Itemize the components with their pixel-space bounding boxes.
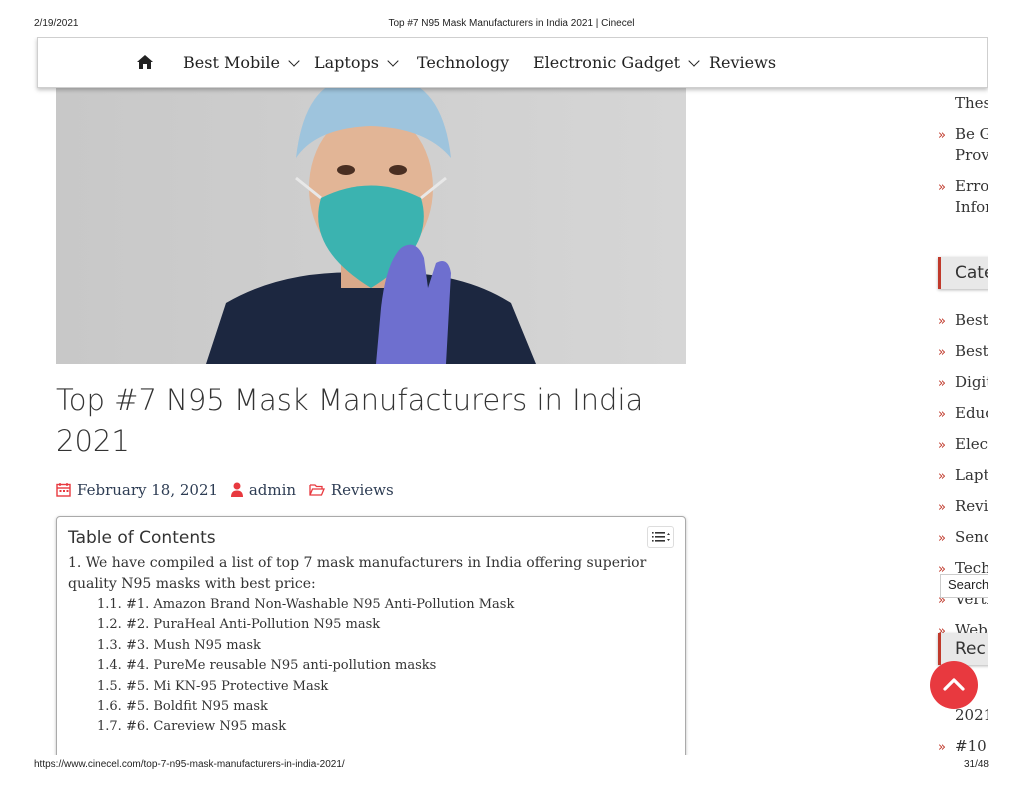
sidebar-recent-post[interactable]: » #10 I: [938, 737, 988, 755]
post-meta: February 18, 2021 admin Reviews: [56, 481, 402, 501]
print-url: https://www.cinecel.com/top-7-n95-mask-m…: [34, 759, 345, 770]
toc-sublink[interactable]: 1.7. #6. Careview N95 mask: [97, 717, 286, 737]
double-chevron-right-icon: »: [938, 531, 946, 546]
toc-toggle-button[interactable]: [647, 526, 674, 548]
sidebar-link-text: Educ: [955, 404, 988, 422]
categories-heading: Cate: [938, 257, 988, 289]
sidebar-category[interactable]: » Best: [938, 342, 988, 360]
nav-laptops[interactable]: Laptops: [314, 53, 399, 72]
sidebar-link-text: Digit: [955, 373, 988, 391]
toc-title: Table of Contents: [68, 528, 216, 548]
sidebar-link-text: Elect: [955, 435, 988, 453]
post-category-text: Reviews: [330, 481, 394, 499]
scroll-to-top-button[interactable]: [930, 661, 978, 709]
toc-link[interactable]: 1. We have compiled a list of top 7 mask…: [68, 553, 668, 595]
sidebar-category[interactable]: » Educ: [938, 404, 988, 422]
double-chevron-right-icon: »: [938, 128, 946, 143]
sidebar-link-text: Best: [955, 311, 988, 329]
toc-sublink[interactable]: 1.3. #3. Mush N95 mask: [97, 636, 261, 656]
folder-open-icon: [309, 483, 325, 501]
chevron-down-icon: [688, 55, 700, 67]
double-chevron-right-icon: »: [938, 314, 946, 329]
print-footer: https://www.cinecel.com/top-7-n95-mask-m…: [34, 759, 989, 773]
post-title-line: Top #7 N95 Mask Manufacturers in India: [56, 383, 644, 417]
double-chevron-right-icon: »: [938, 345, 946, 360]
sidebar-category[interactable]: » Elect: [938, 435, 988, 453]
double-chevron-right-icon: »: [938, 376, 946, 391]
nav-label: Laptops: [314, 53, 379, 72]
sidebar-link-text[interactable]: Prov: [955, 146, 988, 164]
nav-technology[interactable]: Technology: [417, 53, 509, 72]
post-category[interactable]: Reviews: [309, 481, 394, 501]
sidebar: Thes » Be G Prov » Erro Infor Cate » Best »…: [938, 37, 988, 755]
calendar-icon: [56, 482, 71, 501]
sidebar-recent-post[interactable]: » Be G: [938, 125, 988, 143]
print-header: 2/19/2021 Top #7 N95 Mask Manufacturers …: [34, 18, 989, 32]
toc-sublink[interactable]: 1.6. #5. Boldfit N95 mask: [97, 697, 268, 717]
nav-best-mobile[interactable]: Best Mobile: [183, 53, 300, 72]
sidebar-link-text: Lapt: [955, 466, 988, 484]
sidebar-category[interactable]: » Revie: [938, 497, 988, 515]
sidebar-category[interactable]: » Lapt: [938, 466, 988, 484]
double-chevron-right-icon: »: [938, 180, 946, 195]
post-title: Top #7 N95 Mask Manufacturers in India 2…: [56, 380, 696, 462]
sidebar-category[interactable]: » Best: [938, 311, 988, 329]
nav-label: Electronic Gadget: [533, 53, 681, 72]
print-title: Top #7 N95 Mask Manufacturers in India 2…: [388, 18, 635, 29]
chevron-down-icon: [387, 55, 399, 67]
post-title-line: 2021: [56, 424, 130, 458]
sidebar-post-fragment[interactable]: Thes: [955, 94, 988, 112]
double-chevron-right-icon: »: [938, 500, 946, 515]
toc-sublink[interactable]: 1.1. #1. Amazon Brand Non-Washable N95 A…: [97, 595, 514, 615]
sidebar-link-text: Be G: [955, 125, 988, 143]
toc-sublink[interactable]: 1.2. #2. PuraHeal Anti-Pollution N95 mas…: [97, 615, 380, 635]
sidebar-link-text: Send: [955, 528, 988, 546]
hero-image: [56, 88, 686, 364]
home-icon[interactable]: [136, 53, 154, 71]
sidebar-link-text: Best: [955, 342, 988, 360]
toc-sublink[interactable]: 1.5. #5. Mi KN-95 Protective Mask: [97, 677, 328, 697]
post-date[interactable]: February 18, 2021: [56, 481, 218, 501]
nav-label: Reviews: [709, 53, 777, 72]
sidebar-recent-post[interactable]: » Erro: [938, 177, 988, 195]
sidebar-link-text: Revie: [955, 497, 988, 515]
chevron-down-icon: [288, 55, 300, 67]
sidebar-link-text: Erro: [955, 177, 988, 195]
user-icon: [230, 482, 243, 501]
table-of-contents: Table of Contents 1. We have compiled a …: [56, 516, 686, 755]
double-chevron-right-icon: »: [938, 438, 946, 453]
nav-electronic-gadget[interactable]: Electronic Gadget: [533, 53, 700, 72]
sidebar-link-text[interactable]: Infor: [955, 198, 988, 216]
nav-label: Technology: [417, 53, 510, 72]
main-navbar: Best Mobile Laptops Technology Electroni…: [37, 37, 988, 88]
post-author-text: admin: [248, 481, 297, 499]
sidebar-category[interactable]: » Send: [938, 528, 988, 546]
sidebar-category[interactable]: » Digit: [938, 373, 988, 391]
double-chevron-right-icon: »: [938, 740, 946, 755]
double-chevron-right-icon: »: [938, 407, 946, 422]
post-date-text: February 18, 2021: [77, 481, 219, 499]
webpage: Best Mobile Laptops Technology Electroni…: [0, 37, 988, 755]
toc-sublink[interactable]: 1.4. #4. PureMe reusable N95 anti-pollut…: [97, 656, 436, 676]
nav-reviews[interactable]: Reviews: [709, 53, 776, 72]
chevron-up-icon: [943, 678, 965, 691]
print-page-number: 31/48: [963, 759, 989, 770]
nav-label: Best Mobile: [183, 53, 280, 72]
post-author[interactable]: admin: [230, 481, 297, 501]
sidebar-link-text: #10 I: [955, 737, 988, 755]
list-icon: [652, 532, 670, 542]
search-box[interactable]: Search: [940, 574, 988, 598]
double-chevron-right-icon: »: [938, 469, 946, 484]
